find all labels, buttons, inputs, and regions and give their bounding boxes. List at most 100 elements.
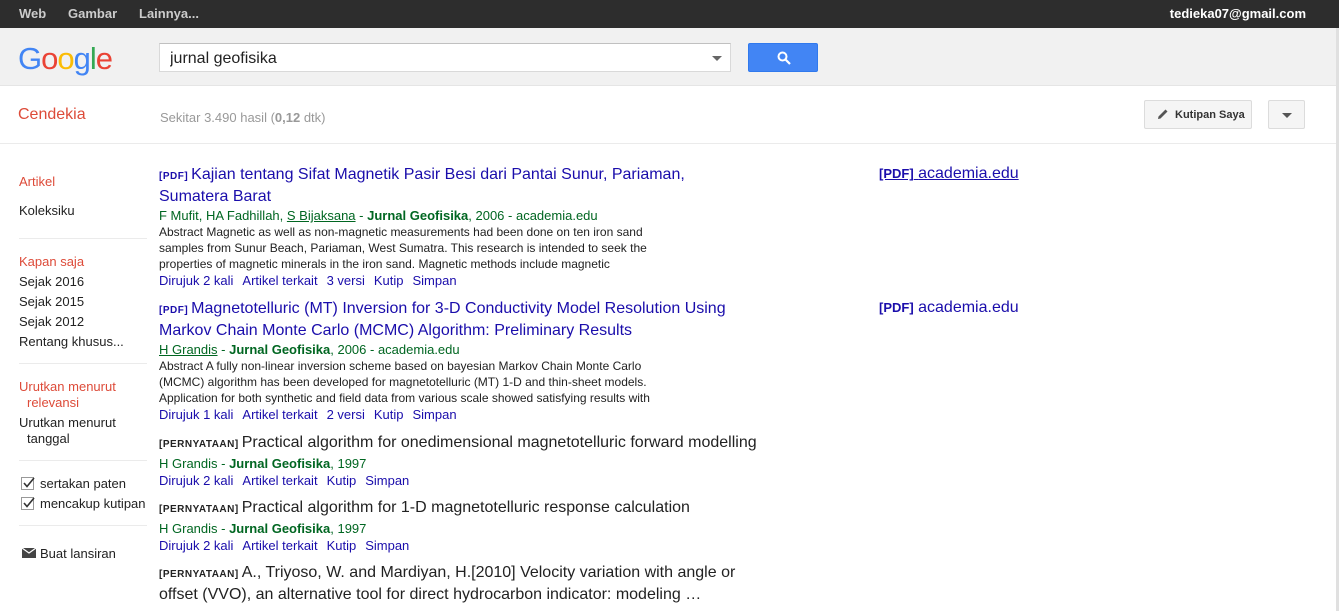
- cite-link[interactable]: Kutip: [327, 473, 357, 488]
- result-authors: H Grandis - Jurnal Geofisika, 1997: [159, 455, 779, 472]
- result-title: [PERNYATAAN] Practical algorithm for oned…: [159, 433, 779, 455]
- result-title-line2[interactable]: Sumatera Barat: [159, 188, 271, 205]
- sidebar-item-sort-date-line2[interactable]: tanggal: [27, 431, 70, 446]
- google-logo[interactable]: Google: [18, 41, 113, 77]
- sidebar-item-since-2012[interactable]: Sejak 2012: [19, 314, 84, 329]
- search-box[interactable]: [159, 43, 731, 72]
- result-type-tag: [PDF]: [159, 171, 189, 182]
- result-authors: H Grandis - Jurnal Geofisika, 1997: [159, 520, 779, 537]
- result-title-line1[interactable]: Magnetotelluric (MT) Inversion for 3-D C…: [191, 300, 725, 317]
- include-patents-label[interactable]: sertakan paten: [40, 476, 126, 491]
- result-title-line1: Practical algorithm for onedimensional m…: [241, 434, 757, 451]
- save-link[interactable]: Simpan: [413, 273, 457, 288]
- author-names: H Grandis -: [159, 456, 230, 471]
- pdf-side-link[interactable]: [PDF] academia.edu: [879, 165, 1019, 183]
- result-links: Dirujuk 2 kali Artikel terkait Kutip Simpan: [159, 472, 779, 490]
- nav-images[interactable]: Gambar: [68, 6, 117, 21]
- logo-letter: o: [57, 41, 74, 76]
- result-meta: , 1997: [330, 456, 367, 471]
- result-title-line1: A., Triyoso, W. and Mardiyan, H.[2010] V…: [241, 564, 736, 581]
- search-result: [PERNYATAAN] Practical algorithm for oned…: [159, 433, 779, 490]
- include-patents-checkbox[interactable]: [21, 477, 35, 490]
- my-citations-label: Kutipan Saya: [1175, 109, 1245, 121]
- sidebar-item-sort-relevance-line2[interactable]: relevansi: [27, 395, 79, 410]
- logo-letter: g: [73, 41, 91, 76]
- snippet-line: (MCMC) algorithm has been developed for …: [159, 375, 647, 389]
- include-citations-checkbox[interactable]: [21, 497, 35, 510]
- search-button[interactable]: [748, 43, 818, 72]
- menu-dropdown-button[interactable]: [1268, 100, 1305, 129]
- related-articles-link[interactable]: Artikel terkait: [242, 273, 317, 288]
- related-articles-link[interactable]: Artikel terkait: [242, 473, 317, 488]
- snippet-line: Abstract A fully non-linear inversion sc…: [159, 359, 642, 373]
- result-title[interactable]: [PDF] Magnetotelluric (MT) Inversion for …: [159, 299, 779, 341]
- scholar-label[interactable]: Cendekia: [18, 106, 86, 124]
- sidebar-item-custom-range[interactable]: Rentang khusus...: [19, 334, 124, 349]
- sidebar-item-library[interactable]: Koleksiku: [19, 203, 75, 218]
- result-links: Dirujuk 2 kali Artikel terkait Kutip Simpan: [159, 537, 779, 555]
- result-meta: , 2006 - academia.edu: [468, 208, 598, 223]
- sidebar-item-sort-relevance[interactable]: Urutkan menurut: [19, 379, 116, 394]
- snippet-line: samples from Sunur Beach, Pariaman, West…: [159, 241, 647, 255]
- result-links: Dirujuk 1 kali Artikel terkait 2 versi Kuti…: [159, 406, 779, 424]
- result-title-line2[interactable]: Markov Chain Monte Carlo (MCMC) Algorith…: [159, 322, 632, 339]
- versions-link[interactable]: 3 versi: [327, 273, 365, 288]
- sidebar-item-articles[interactable]: Artikel: [19, 174, 55, 189]
- snippet-line: Application for both synthetic and field…: [159, 391, 650, 405]
- cited-by-link[interactable]: Dirujuk 1 kali: [159, 407, 233, 422]
- save-link[interactable]: Simpan: [413, 407, 457, 422]
- cited-by-link[interactable]: Dirujuk 2 kali: [159, 538, 233, 553]
- search-header: Google: [0, 28, 1339, 86]
- result-stats: Sekitar 3.490 hasil (0,12 dtk): [160, 110, 326, 125]
- sidebar-item-sort-date[interactable]: Urutkan menurut: [19, 415, 116, 430]
- cited-by-link[interactable]: Dirujuk 2 kali: [159, 473, 233, 488]
- result-stats-time: 0,12: [274, 110, 301, 125]
- logo-letter: o: [41, 41, 58, 76]
- pdf-side-link[interactable]: [PDF] academia.edu: [879, 299, 1019, 317]
- search-dropdown-caret-icon[interactable]: [712, 56, 722, 61]
- logo-letter: G: [18, 41, 42, 76]
- cite-link[interactable]: Kutip: [374, 407, 404, 422]
- result-authors: F Mufit, HA Fadhillah, S Bijaksana - Jur…: [159, 208, 598, 223]
- logo-letter: e: [95, 41, 113, 76]
- envelope-icon: [22, 548, 36, 558]
- result-stats-prefix: Sekitar 3.490 hasil (: [160, 110, 275, 125]
- include-citations-label[interactable]: mencakup kutipan: [40, 496, 146, 511]
- sidebar-item-since-2016[interactable]: Sejak 2016: [19, 274, 84, 289]
- author-names: F Mufit, HA Fadhillah,: [159, 208, 287, 223]
- related-articles-link[interactable]: Artikel terkait: [242, 538, 317, 553]
- journal-name: Jurnal Geofisika: [229, 521, 331, 536]
- account-email[interactable]: tedieka07@gmail.com: [1170, 6, 1306, 21]
- create-alert-link[interactable]: Buat lansiran: [40, 546, 116, 561]
- result-title-line1: Practical algorithm for 1-D magnetotellu…: [241, 499, 690, 516]
- sidebar-divider: [19, 525, 147, 526]
- nav-more[interactable]: Lainnya...: [139, 6, 199, 21]
- journal-name: Jurnal Geofisika: [229, 456, 331, 471]
- author-link[interactable]: S Bijaksana: [287, 208, 356, 223]
- search-input[interactable]: [168, 49, 698, 69]
- result-authors: H Grandis - Jurnal Geofisika, 2006 - aca…: [159, 342, 460, 357]
- result-title-line2: offset (VVO), an alternative tool for di…: [159, 586, 702, 603]
- nav-web[interactable]: Web: [19, 6, 46, 21]
- search-icon: [777, 51, 791, 65]
- my-citations-button[interactable]: Kutipan Saya: [1144, 100, 1252, 129]
- sidebar-item-since-2015[interactable]: Sejak 2015: [19, 294, 84, 309]
- author-names: H Grandis -: [159, 521, 230, 536]
- result-title[interactable]: [PDF] Kajian tentang Sifat Magnetik Pasir…: [159, 165, 779, 207]
- save-link[interactable]: Simpan: [365, 473, 409, 488]
- checkmark-icon: [23, 497, 35, 508]
- cite-link[interactable]: Kutip: [327, 538, 357, 553]
- cite-link[interactable]: Kutip: [374, 273, 404, 288]
- related-articles-link[interactable]: Artikel terkait: [242, 407, 317, 422]
- result-title: [PERNYATAAN] A., Triyoso, W. and Mardiyan…: [159, 563, 779, 605]
- result-type-tag: [PERNYATAAN]: [159, 569, 239, 580]
- sidebar-item-anytime[interactable]: Kapan saja: [19, 254, 84, 269]
- author-link[interactable]: H Grandis: [159, 342, 218, 357]
- versions-link[interactable]: 2 versi: [327, 407, 365, 422]
- save-link[interactable]: Simpan: [365, 538, 409, 553]
- result-type-tag: [PERNYATAAN]: [159, 439, 239, 450]
- pdf-tag: [PDF]: [879, 300, 914, 315]
- result-title-line1[interactable]: Kajian tentang Sifat Magnetik Pasir Besi…: [191, 166, 685, 183]
- cited-by-link[interactable]: Dirujuk 2 kali: [159, 273, 233, 288]
- result-type-tag: [PERNYATAAN]: [159, 504, 239, 515]
